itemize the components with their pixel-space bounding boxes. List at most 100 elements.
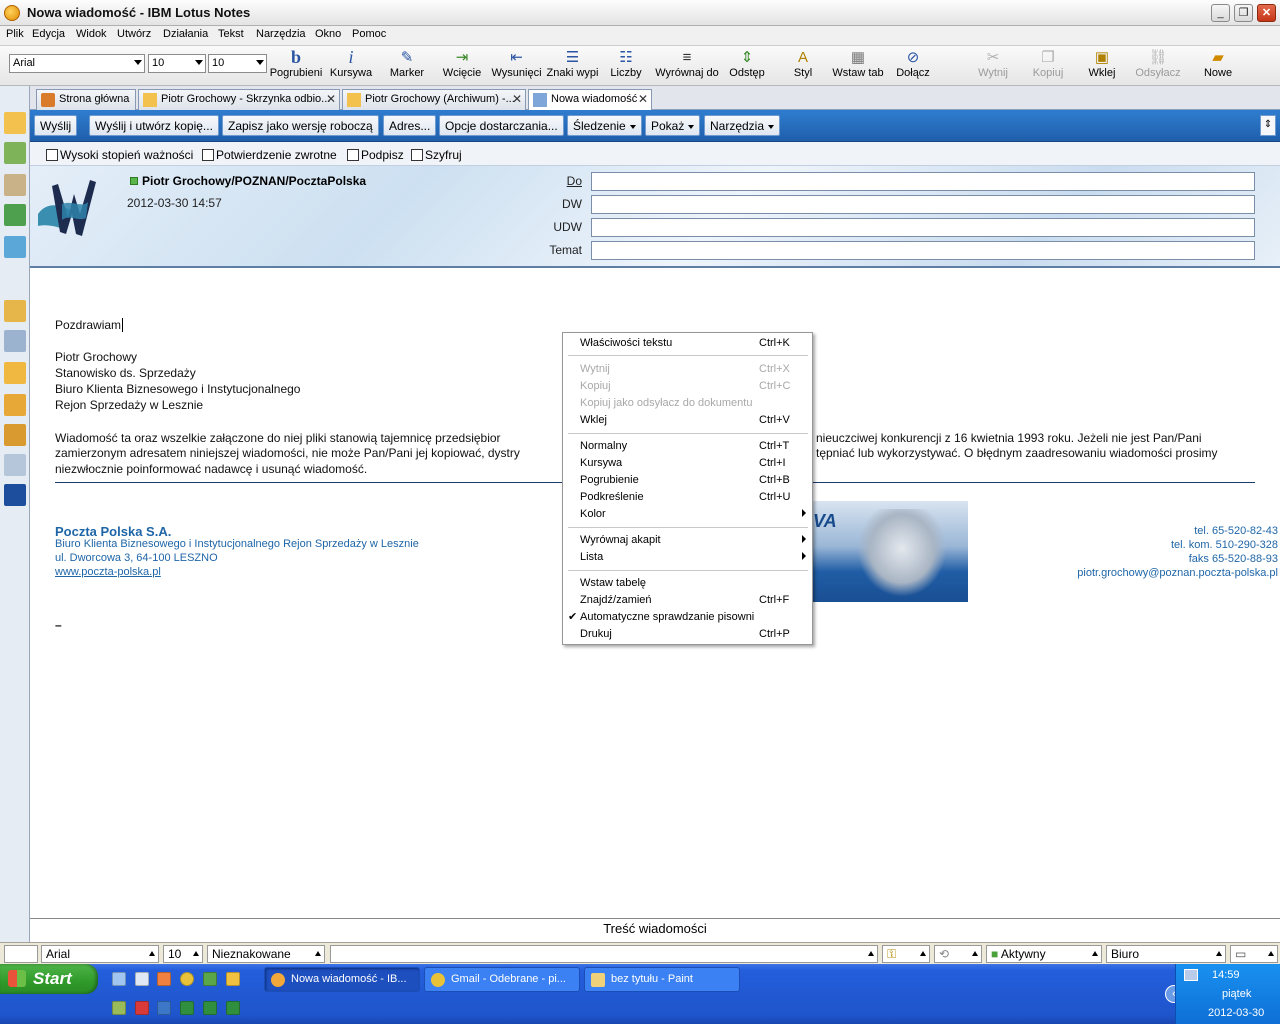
mail-icon[interactable]: [4, 112, 26, 134]
menu-item-paste[interactable]: Wklej Ctrl+V: [580, 414, 808, 426]
to-label[interactable]: Do: [567, 174, 582, 188]
spacing-button[interactable]: ⇕ Odstęp: [728, 48, 766, 79]
tab-inbox[interactable]: Piotr Grochowy - Skrzynka odbio... ✕: [138, 89, 340, 110]
tab-archive[interactable]: Piotr Grochowy (Archiwum) -... ✕: [342, 89, 526, 110]
menu-item-italic[interactable]: Kursywa Ctrl+I: [580, 457, 808, 469]
menu-dzialania[interactable]: Działania: [163, 28, 208, 40]
paste-button[interactable]: ▣ Wklej: [1086, 48, 1118, 79]
tab-new-message[interactable]: Nowa wiadomość ✕: [528, 89, 652, 111]
show-button[interactable]: Pokaż: [645, 115, 701, 136]
explorer-icon[interactable]: [135, 972, 149, 986]
new-button[interactable]: ▰ Nowe: [1200, 48, 1236, 79]
menu-item-copy[interactable]: Kopiuj Ctrl+C: [580, 380, 808, 392]
menu-item-list[interactable]: Lista: [580, 551, 808, 563]
menu-okno[interactable]: Okno: [315, 28, 341, 40]
address-button[interactable]: Adres...: [383, 115, 437, 136]
status-replication[interactable]: ⟲: [934, 945, 982, 963]
size-combo[interactable]: 10: [148, 54, 206, 73]
menu-pomoc[interactable]: Pomoc: [352, 28, 386, 40]
calendar-icon[interactable]: [4, 142, 26, 164]
menu-item-bold[interactable]: Pogrubienie Ctrl+B: [580, 474, 808, 486]
copy-button[interactable]: ❐ Kopiuj: [1030, 48, 1066, 79]
excel-icon-2[interactable]: [203, 1001, 217, 1015]
menu-item-normal[interactable]: Normalny Ctrl+T: [580, 440, 808, 452]
task-gmail[interactable]: Gmail - Odebrane - pi...: [424, 967, 580, 992]
link-button[interactable]: ⛓ Odsyłacz: [1134, 48, 1182, 79]
close-icon[interactable]: ✕: [512, 92, 522, 106]
favorites-icon[interactable]: [4, 300, 26, 322]
to-field[interactable]: [591, 172, 1255, 191]
status-inbox[interactable]: ▭: [1230, 945, 1278, 963]
menu-edycja[interactable]: Edycja: [32, 28, 65, 40]
close-button[interactable]: ✕: [1257, 4, 1276, 22]
menu-item-underline[interactable]: Podkreślenie Ctrl+U: [580, 491, 808, 503]
menu-narzedzia[interactable]: Narzędzia: [256, 28, 306, 40]
menu-item-print[interactable]: Drukuj Ctrl+P: [580, 628, 808, 640]
minimize-button[interactable]: _: [1211, 4, 1230, 22]
save-draft-button[interactable]: Zapisz jako wersję roboczą: [222, 115, 379, 136]
menu-item-copy-as-link[interactable]: Kopiuj jako odsyłacz do dokumentu: [580, 397, 808, 409]
status-location[interactable]: Biuro: [1106, 945, 1226, 963]
calculator-icon[interactable]: [157, 1001, 171, 1015]
menu-item-cut[interactable]: Wytnij Ctrl+X: [580, 363, 808, 375]
menu-widok[interactable]: Widok: [76, 28, 107, 40]
menu-item-find-replace[interactable]: Znajdź/zamień Ctrl+F: [580, 594, 808, 606]
send-copy-button[interactable]: Wyślij i utwórz kopię...: [89, 115, 219, 136]
italic-button[interactable]: i Kursywa: [326, 48, 376, 80]
replication-icon[interactable]: [4, 236, 26, 258]
sametime-icon[interactable]: [4, 454, 26, 476]
menu-item-spellcheck[interactable]: ✔ Automatyczne sprawdzanie pisowni: [568, 611, 808, 623]
menu-tekst[interactable]: Tekst: [218, 28, 244, 40]
lotus-quicklaunch-icon[interactable]: [226, 972, 240, 986]
status-online[interactable]: ■ Aktywny: [986, 945, 1102, 963]
cut-button[interactable]: ✂ Wytnij: [975, 48, 1011, 79]
maximize-button[interactable]: ❐: [1234, 4, 1253, 22]
status-size[interactable]: 10: [163, 945, 203, 963]
pdf-icon[interactable]: [135, 1001, 149, 1015]
excel-icon[interactable]: [180, 1001, 194, 1015]
start-button[interactable]: Start: [0, 964, 98, 994]
tab-button[interactable]: ▦ Wstaw tab: [831, 48, 885, 79]
delivery-options-button[interactable]: Opcje dostarczania...: [439, 115, 564, 136]
menu-item-insert-table[interactable]: Wstaw tabelę: [580, 577, 808, 589]
menu-item-color[interactable]: Kolor: [580, 508, 808, 520]
open-list-icon[interactable]: [4, 424, 26, 446]
mrw-bw-icon[interactable]: [4, 484, 26, 506]
task-paint[interactable]: bez tytułu - Paint: [584, 967, 740, 992]
outdent-button[interactable]: ⇤ Wysunięci: [490, 48, 543, 79]
cc-field[interactable]: [591, 195, 1255, 214]
priority-checkbox[interactable]: Wysoki stopień ważności: [46, 148, 193, 162]
sign-checkbox[interactable]: Podpisz: [347, 148, 404, 162]
chrome-icon[interactable]: [180, 972, 194, 986]
status-message[interactable]: [330, 945, 878, 963]
menu-item-align-paragraph[interactable]: Wyrównaj akapit: [580, 534, 808, 546]
menu-utworz[interactable]: Utwórz: [117, 28, 151, 40]
network-icon[interactable]: [1184, 969, 1198, 981]
bcc-field[interactable]: [591, 218, 1255, 237]
close-icon[interactable]: ✕: [326, 92, 336, 106]
task-lotus-notes[interactable]: Nowa wiadomość - IB...: [264, 967, 420, 992]
status-style[interactable]: Nieznakowane: [207, 945, 325, 963]
send-button[interactable]: Wyślij: [34, 115, 78, 136]
size-combo-2[interactable]: 10: [208, 54, 267, 73]
databases-icon[interactable]: [4, 394, 26, 416]
lotus-notes-icon[interactable]: [4, 5, 20, 21]
status-security[interactable]: ⚿: [882, 945, 930, 963]
menu-item-text-properties[interactable]: Właściwości tekstu Ctrl+K: [580, 337, 808, 349]
excel-icon-3[interactable]: [226, 1001, 240, 1015]
align-button[interactable]: ≡ Wyrównaj do: [655, 48, 719, 79]
font-combo[interactable]: Arial: [9, 54, 145, 73]
collapse-icon[interactable]: ⇕: [1260, 115, 1276, 136]
bullets-button[interactable]: ☰ Znaki wypi: [545, 48, 600, 79]
tracking-button[interactable]: Śledzenie: [567, 115, 642, 136]
app-icon[interactable]: [203, 972, 217, 986]
tools-button[interactable]: Narzędzia: [704, 115, 781, 136]
todo-icon[interactable]: [4, 204, 26, 226]
subject-field[interactable]: [591, 241, 1255, 260]
style-button[interactable]: A Styl: [790, 48, 816, 79]
indent-button[interactable]: ⇥ Wcięcie: [440, 48, 484, 79]
close-icon[interactable]: ✕: [638, 92, 648, 106]
status-font[interactable]: Arial: [41, 945, 159, 963]
marker-button[interactable]: ✎ Marker: [385, 48, 429, 79]
receipt-checkbox[interactable]: Potwierdzenie zwrotne: [202, 148, 337, 162]
